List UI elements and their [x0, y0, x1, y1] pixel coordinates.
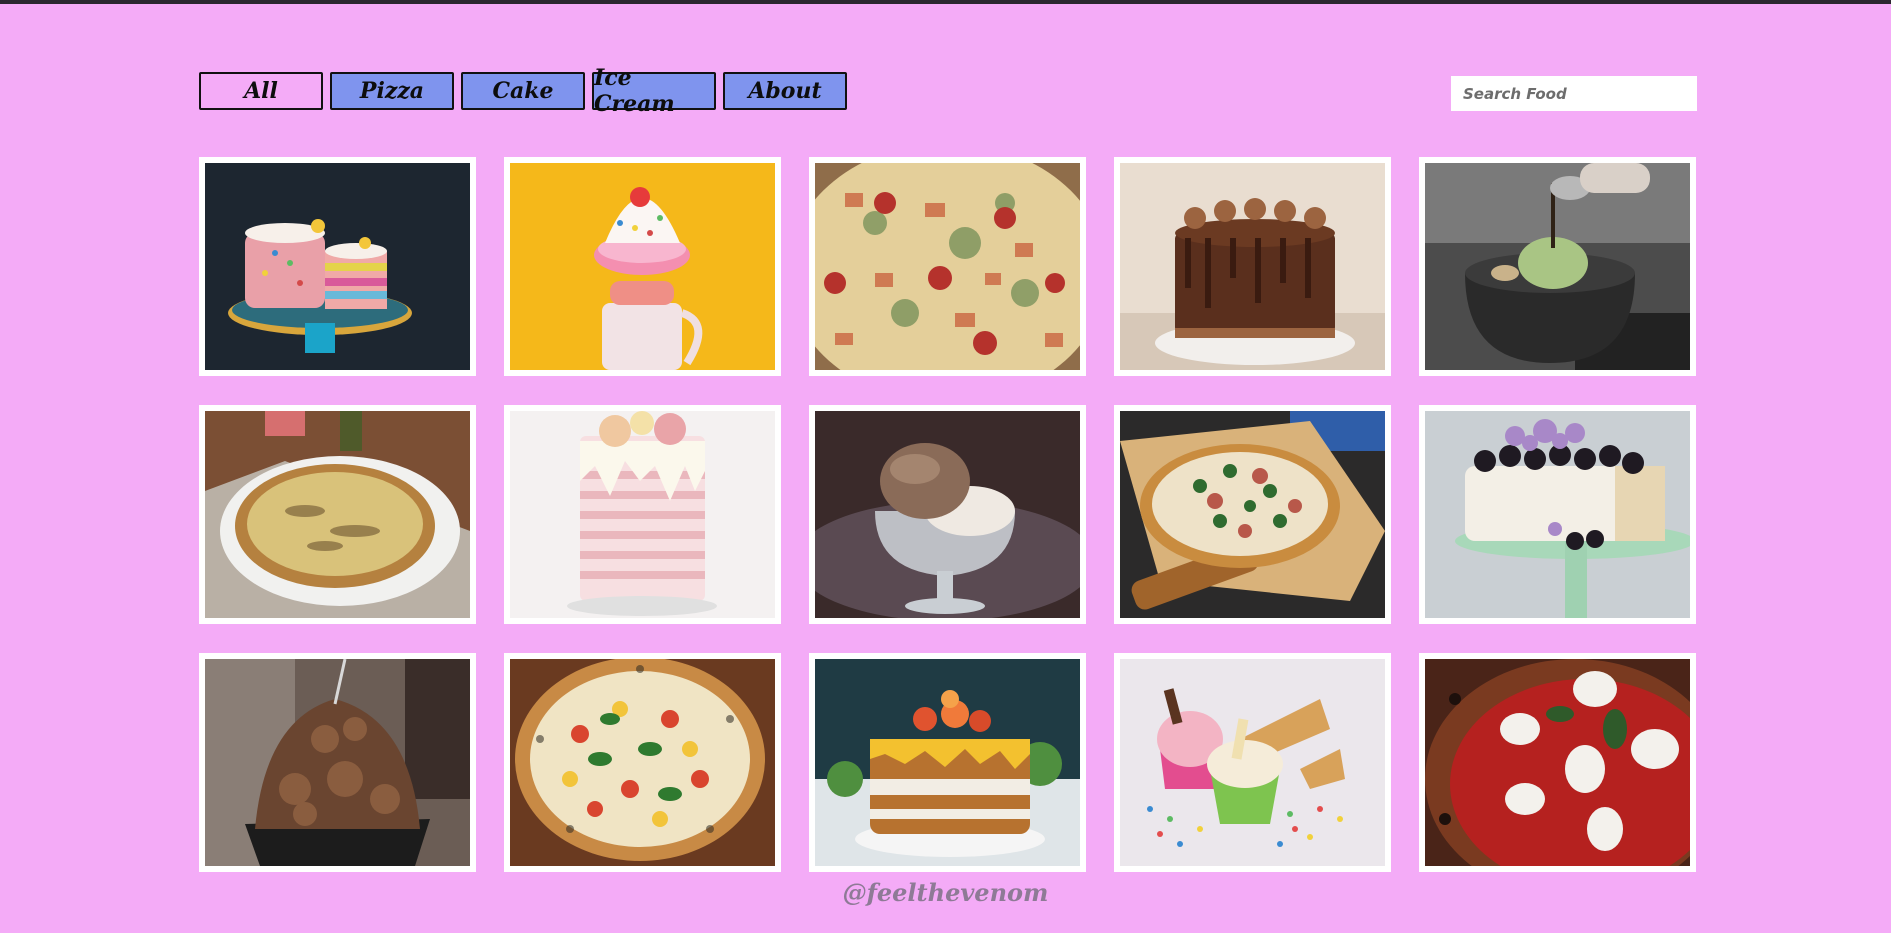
margherita-pizza-photo: [510, 659, 775, 866]
gallery-card[interactable]: [1419, 405, 1696, 624]
pizza-closeup-photo: [815, 163, 1080, 370]
pink-drip-cake-photo: [510, 411, 775, 618]
orange-layer-cake-photo: [815, 659, 1080, 866]
gallery-card[interactable]: [199, 405, 476, 624]
freakshake-photo: [510, 163, 775, 370]
top-bar: [0, 0, 1891, 4]
ice-cream-sundae-glass-photo: [815, 411, 1080, 618]
sprinkle-cake-photo: [205, 163, 470, 370]
about-button[interactable]: About: [723, 72, 847, 110]
mozzarella-pizza-photo: [1425, 659, 1690, 866]
gallery-card[interactable]: [1114, 157, 1391, 376]
filter-cake-button[interactable]: Cake: [461, 72, 585, 110]
gallery-card[interactable]: [504, 405, 781, 624]
gallery-card[interactable]: [199, 653, 476, 872]
pizza-on-board-photo: [1120, 411, 1385, 618]
gallery-card[interactable]: [809, 157, 1086, 376]
gallery-card[interactable]: [199, 157, 476, 376]
chocolate-ice-cream-photo: [205, 659, 470, 866]
filter-ice-cream-button[interactable]: Ice Cream: [592, 65, 716, 117]
gallery-card[interactable]: [1114, 405, 1391, 624]
filter-pizza-button[interactable]: Pizza: [330, 72, 454, 110]
search-input[interactable]: [1451, 76, 1697, 111]
filter-bar: All Pizza Cake Ice Cream About: [199, 65, 847, 117]
gallery-card[interactable]: [809, 405, 1086, 624]
pizza-on-plate-photo: [205, 411, 470, 618]
gallery-card[interactable]: [504, 653, 781, 872]
footer-credit: @feelthevenom: [842, 878, 1049, 907]
gallery-card[interactable]: [1419, 653, 1696, 872]
matcha-ice-cream-bowl-photo: [1425, 163, 1690, 370]
chocolate-drip-cake-photo: [1120, 163, 1385, 370]
gallery-card[interactable]: [809, 653, 1086, 872]
gallery-card[interactable]: [504, 157, 781, 376]
blackberry-cake-photo: [1425, 411, 1690, 618]
filter-all-button[interactable]: All: [199, 72, 323, 110]
food-gallery: [199, 157, 1696, 872]
ice-cream-cups-photo: [1120, 659, 1385, 866]
gallery-card[interactable]: [1114, 653, 1391, 872]
gallery-card[interactable]: [1419, 157, 1696, 376]
